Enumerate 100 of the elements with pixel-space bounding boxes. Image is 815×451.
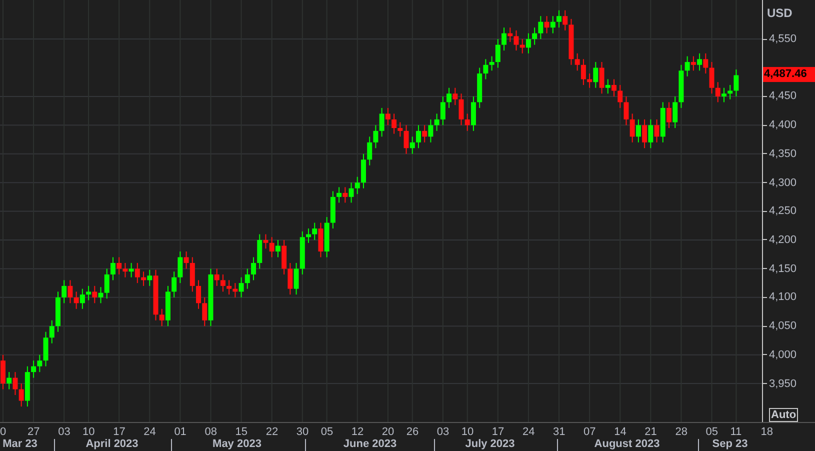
date-tick-label: 15 <box>235 426 248 439</box>
date-tick-label: 03 <box>436 426 450 439</box>
candlestick <box>318 222 324 258</box>
price-tick-label: 4,550 <box>769 32 797 46</box>
candlestick <box>532 27 538 46</box>
date-tick-label: 22 <box>266 426 278 439</box>
candlestick <box>104 268 110 300</box>
date-tick-label: 03 <box>58 426 70 439</box>
date-tick-label: 24 <box>144 426 156 439</box>
date-tick-label: 08 <box>204 426 217 439</box>
candlestick <box>672 96 678 129</box>
candlestick <box>470 96 476 132</box>
candlestick <box>257 234 262 270</box>
candlestick <box>336 186 342 204</box>
candlestick <box>282 239 287 275</box>
candlestick <box>275 239 280 258</box>
candlestick <box>43 331 48 367</box>
candlestick <box>489 56 494 72</box>
candlestick <box>434 113 440 132</box>
candlestick <box>312 222 318 240</box>
date-tick-label: 10 <box>461 426 474 439</box>
date-tick-label: 11 <box>730 426 742 439</box>
candlestick <box>593 62 598 88</box>
candlestick <box>654 118 660 143</box>
price-tick-label: 4,200 <box>769 232 797 247</box>
candlestick <box>636 118 641 143</box>
candlestick <box>367 136 372 166</box>
candlestick <box>458 93 464 126</box>
month-label: Sep 23 <box>712 438 748 451</box>
candlestick <box>728 84 733 100</box>
candlestick <box>172 271 177 298</box>
candlestick <box>464 113 470 132</box>
date-tick-label: 26 <box>406 426 419 439</box>
candlestick <box>587 72 592 88</box>
month-label: May 2023 <box>212 438 262 451</box>
candlestick <box>288 262 293 296</box>
month-label: August 2023 <box>594 438 660 451</box>
candlestick <box>416 124 421 149</box>
date-tick-label: 24 <box>522 426 535 439</box>
candlestick <box>715 82 720 103</box>
candlestick <box>6 372 12 390</box>
date-tick-label: 14 <box>614 426 626 439</box>
date-tick-label: 05 <box>706 426 718 439</box>
candlestick <box>392 113 397 134</box>
candlestick <box>37 354 42 373</box>
candlestick <box>580 58 586 86</box>
currency-label: USD <box>767 5 792 22</box>
candlestick <box>68 280 73 304</box>
candlestick <box>134 262 140 284</box>
candlestick <box>178 250 183 284</box>
date-tick-label: 20 <box>382 426 394 439</box>
month-label: April 2023 <box>86 438 138 451</box>
date-tick-label: 17 <box>113 426 126 439</box>
candlestick <box>373 124 378 149</box>
candlestick <box>452 87 458 106</box>
date-tick-label: 27 <box>28 426 40 439</box>
candlestick <box>440 96 446 126</box>
candlestick <box>116 256 122 275</box>
candlestick <box>360 153 366 189</box>
price-tick-label: 3,950 <box>769 376 797 391</box>
price-tick-label: 4,400 <box>769 118 797 132</box>
candlestick <box>385 107 390 126</box>
price-tick-label: 4,100 <box>769 290 797 304</box>
candlestick <box>495 38 500 68</box>
date-tick-label: 17 <box>492 426 504 439</box>
candlestick <box>612 78 616 97</box>
candlestick <box>410 136 415 154</box>
price-tick-label: 4,000 <box>769 348 797 362</box>
price-tick-label: 4,250 <box>769 204 797 218</box>
candlestick <box>294 262 299 296</box>
candlestick <box>648 118 654 149</box>
candlestick <box>574 52 580 72</box>
candlestick <box>196 280 202 310</box>
candlestick <box>269 236 274 258</box>
candlestick <box>354 176 360 195</box>
candlestick <box>226 280 232 296</box>
candlestick <box>666 102 672 129</box>
candlestick <box>398 122 403 138</box>
date-tick-label: 05 <box>320 426 334 439</box>
candlestick <box>550 16 556 34</box>
candlestick <box>251 256 256 281</box>
candlestick <box>599 62 604 94</box>
date-tick-label: 21 <box>644 426 657 439</box>
auto-scale-button[interactable]: Auto <box>769 408 798 422</box>
candlestick <box>422 124 428 143</box>
candlestick <box>690 56 696 72</box>
price-tick-label: 4,050 <box>769 319 797 334</box>
date-tick-label: 01 <box>174 426 186 439</box>
candlestick <box>544 16 550 34</box>
candlestick <box>514 30 519 52</box>
date-tick-label: 31 <box>553 426 566 439</box>
date-tick-label: 07 <box>584 426 596 439</box>
candlestick <box>562 10 568 31</box>
date-tick-label: 28 <box>675 426 688 439</box>
price-tick-label: 4,300 <box>769 176 797 190</box>
candlestick <box>128 262 134 278</box>
candlestick <box>379 107 384 138</box>
candlestick <box>214 268 220 286</box>
month-label: July 2023 <box>465 438 515 451</box>
candlestick <box>74 291 79 310</box>
